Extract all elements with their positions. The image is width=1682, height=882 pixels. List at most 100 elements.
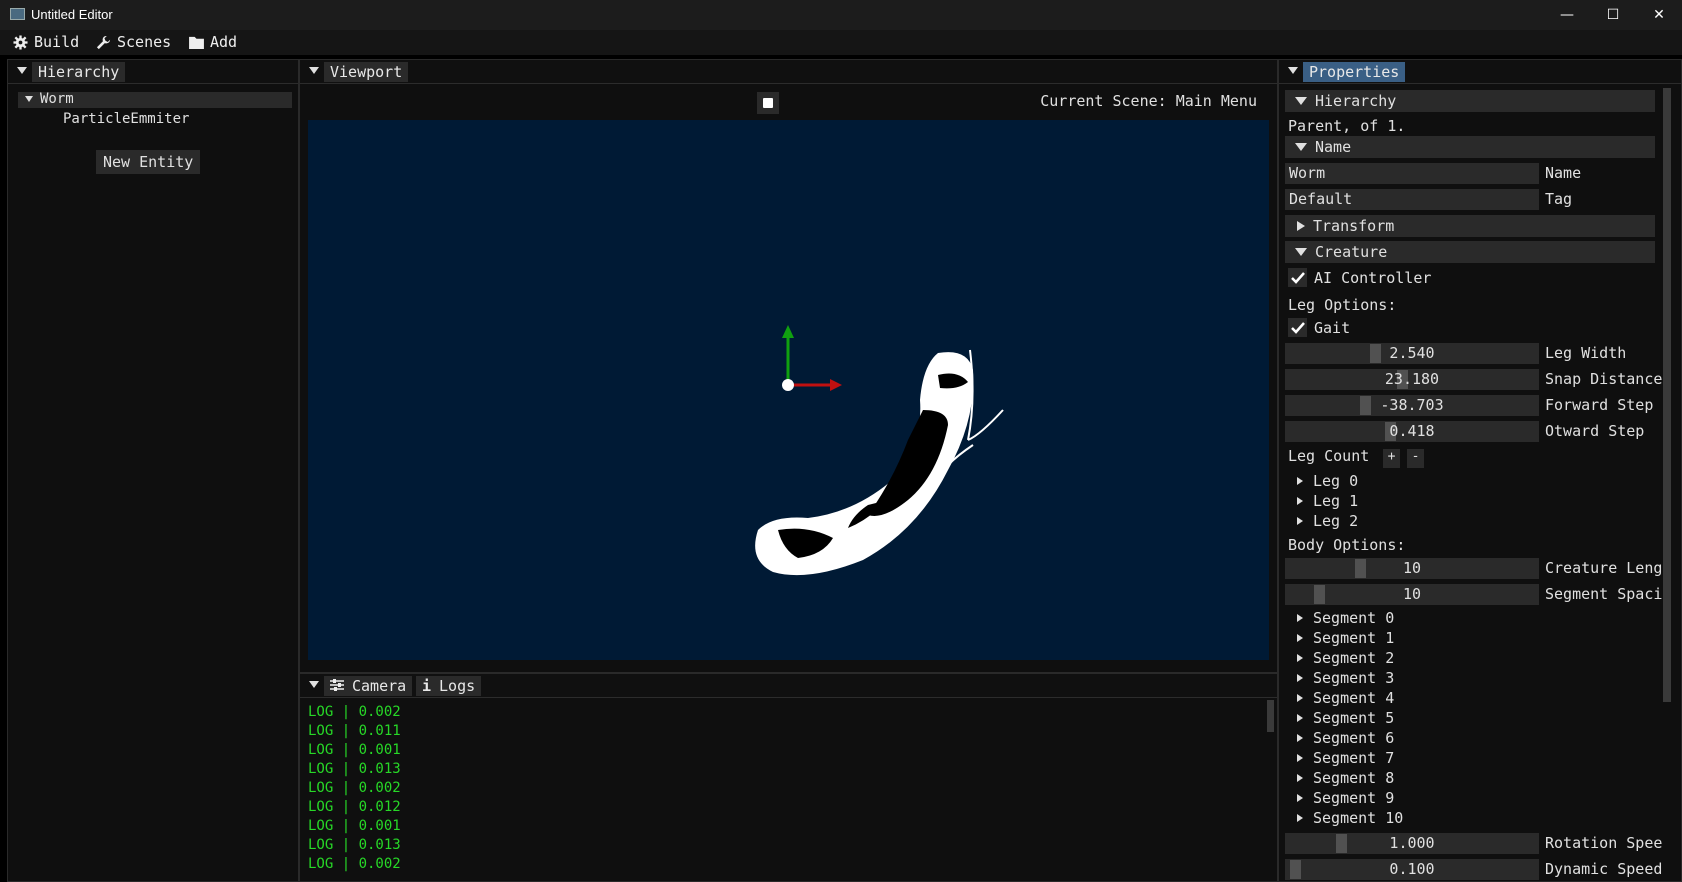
tree-item-segment[interactable]: Segment 8 (1297, 769, 1394, 787)
gear-icon (13, 34, 28, 50)
properties-panel: Properties Hierarchy Parent, of 1. Name … (1278, 59, 1682, 882)
leg-label: Leg 0 (1313, 472, 1359, 490)
collapse-icon (1295, 248, 1307, 256)
section-transform[interactable]: Transform (1285, 215, 1655, 237)
body-options-label: Body Options: (1288, 536, 1406, 554)
dynamic-speed-slider[interactable]: 0.100 (1285, 859, 1539, 880)
collapse-icon[interactable] (17, 67, 27, 74)
menu-scenes[interactable]: Scenes (96, 33, 171, 51)
scene-canvas (755, 325, 1004, 576)
expand-icon[interactable] (25, 96, 33, 102)
section-hierarchy[interactable]: Hierarchy (1285, 90, 1655, 112)
creature-length-slider[interactable]: 10 (1285, 558, 1539, 579)
rotation-speed-label: Rotation Spee (1545, 834, 1663, 852)
tag-input[interactable]: Default (1285, 189, 1539, 210)
log-scrollbar[interactable] (1267, 700, 1274, 732)
tag-input-value: Default (1289, 190, 1353, 208)
menu-build[interactable]: Build (13, 33, 79, 51)
new-entity-button[interactable]: New Entity (96, 150, 201, 174)
snap-distance-value: 23.180 (1384, 370, 1440, 388)
log-line: LOG | 0.001 (308, 818, 401, 834)
leg-width-label: Leg Width (1545, 344, 1627, 362)
tree-item-leg[interactable]: Leg 1 (1297, 492, 1358, 510)
title-bar: Untitled Editor — ☐ ✕ (0, 0, 1682, 30)
expand-icon (1297, 477, 1303, 485)
dynamic-speed-label: Dynamic Speed (1545, 860, 1663, 878)
dynamic-speed-value: 0.100 (1389, 860, 1435, 878)
segment-label: Segment 1 (1313, 629, 1395, 647)
snap-distance-slider[interactable]: 23.180 (1285, 369, 1539, 390)
scene-view[interactable] (308, 120, 1269, 660)
segment-spacing-label: Segment Spaci (1545, 585, 1663, 603)
expand-icon (1297, 614, 1303, 622)
rotation-speed-slider[interactable]: 1.000 (1285, 833, 1539, 854)
tab-properties[interactable]: Properties (1303, 62, 1406, 82)
expand-icon (1297, 814, 1303, 822)
tree-item-segment[interactable]: Segment 4 (1297, 689, 1394, 707)
name-input[interactable]: Worm (1285, 163, 1539, 184)
minimize-button[interactable]: — (1544, 0, 1590, 30)
tree-item-segment[interactable]: Segment 7 (1297, 749, 1394, 767)
forward-step-slider[interactable]: -38.703 (1285, 395, 1539, 416)
segment-label: Segment 10 (1313, 809, 1404, 827)
menu-scenes-label: Scenes (117, 33, 172, 51)
tree-item-segment[interactable]: Segment 2 (1297, 649, 1394, 667)
leg-count-plus-button[interactable]: + (1383, 449, 1400, 468)
tree-item-segment[interactable]: Segment 10 (1297, 809, 1403, 827)
folder-icon (189, 36, 204, 49)
gait-checkbox[interactable] (1288, 318, 1307, 337)
collapse-icon[interactable] (309, 681, 319, 688)
section-creature[interactable]: Creature (1285, 241, 1655, 263)
collapse-icon[interactable] (1288, 67, 1298, 74)
otward-step-slider[interactable]: 0.418 (1285, 421, 1539, 442)
tree-item-segment[interactable]: Segment 1 (1297, 629, 1394, 647)
tree-item-leg[interactable]: Leg 0 (1297, 472, 1358, 490)
tree-item-worm[interactable]: Worm (18, 91, 292, 108)
close-button[interactable]: ✕ (1636, 0, 1682, 30)
otward-step-value: 0.418 (1389, 422, 1435, 440)
tree-item-label: Worm (40, 91, 74, 107)
tree-item-segment[interactable]: Segment 3 (1297, 669, 1394, 687)
tab-logs[interactable]: i Logs (416, 676, 482, 696)
maximize-button[interactable]: ☐ (1590, 0, 1636, 30)
segment-label: Segment 8 (1313, 769, 1395, 787)
segment-spacing-slider[interactable]: 10 (1285, 584, 1539, 605)
log-line: LOG | 0.013 (308, 761, 401, 777)
menu-add[interactable]: Add (189, 33, 237, 51)
tab-logs-label: Logs (439, 677, 476, 695)
tab-camera[interactable]: Camera (324, 676, 413, 696)
segment-label: Segment 2 (1313, 649, 1395, 667)
tree-item-segment[interactable]: Segment 6 (1297, 729, 1394, 747)
expand-icon (1297, 694, 1303, 702)
leg-count-minus-button[interactable]: - (1407, 449, 1424, 468)
tab-camera-label: Camera (352, 677, 407, 695)
properties-scrollbar[interactable] (1663, 88, 1671, 702)
tab-hierarchy[interactable]: Hierarchy (32, 62, 126, 82)
leg-width-slider[interactable]: 2.540 (1285, 343, 1539, 364)
tab-viewport[interactable]: Viewport (324, 62, 409, 82)
expand-icon (1297, 734, 1303, 742)
log-line: LOG | 0.012 (308, 799, 401, 815)
gait-label: Gait (1314, 319, 1351, 337)
segment-label: Segment 5 (1313, 709, 1395, 727)
tree-item-segment[interactable]: Segment 0 (1297, 609, 1394, 627)
tree-item-segment[interactable]: Segment 5 (1297, 709, 1394, 727)
log-line: LOG | 0.002 (308, 856, 401, 872)
tree-item-particle-emitter[interactable]: ParticleEmmiter (63, 111, 189, 127)
tree-item-leg[interactable]: Leg 2 (1297, 512, 1358, 530)
sliders-icon (330, 677, 344, 695)
collapse-icon[interactable] (309, 67, 319, 74)
stop-button[interactable] (757, 92, 779, 114)
viewport-panel: Viewport Current Scene: Main Menu (299, 59, 1278, 673)
expand-icon (1297, 794, 1303, 802)
section-name[interactable]: Name (1285, 136, 1655, 158)
segment-label: Segment 4 (1313, 689, 1395, 707)
creature-length-value: 10 (1402, 559, 1422, 577)
snap-distance-label: Snap Distance (1545, 370, 1663, 388)
tree-item-segment[interactable]: Segment 9 (1297, 789, 1394, 807)
expand-icon (1297, 634, 1303, 642)
leg-options-label: Leg Options: (1288, 296, 1397, 314)
section-transform-label: Transform (1313, 217, 1395, 235)
expand-icon (1297, 754, 1303, 762)
ai-controller-checkbox[interactable] (1288, 268, 1307, 287)
